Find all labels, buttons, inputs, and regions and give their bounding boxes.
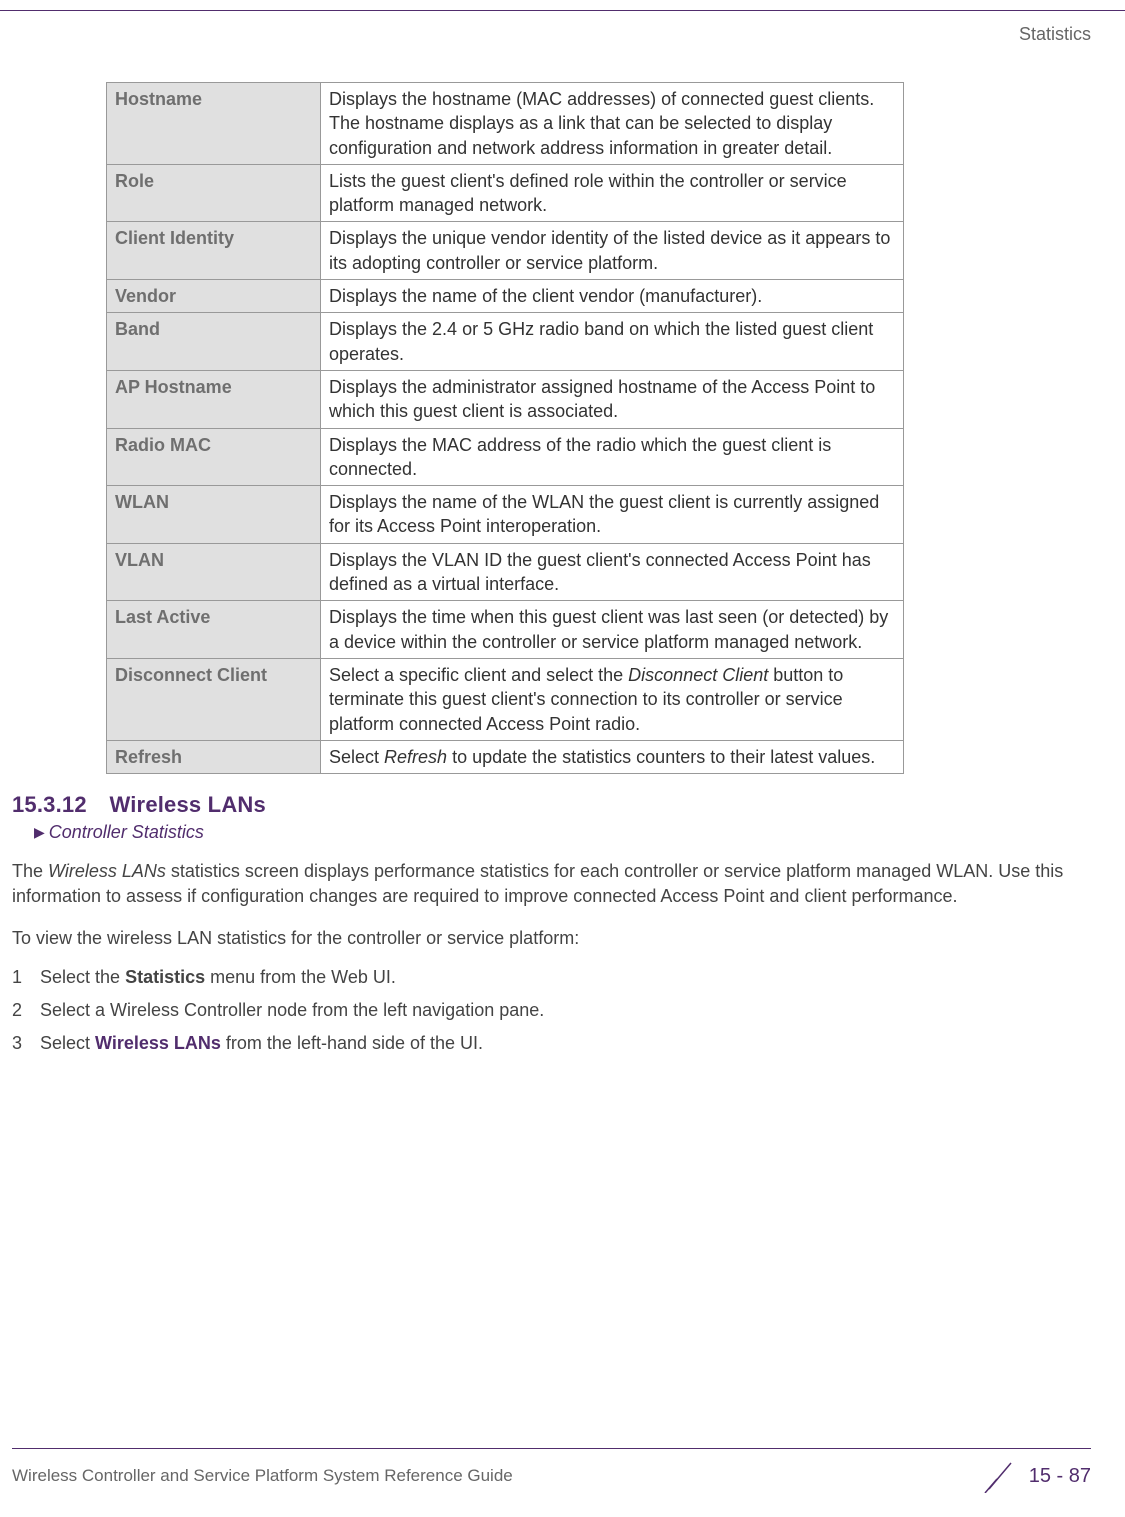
footer-title: Wireless Controller and Service Platform… [12, 1466, 513, 1486]
definition: Displays the time when this guest client… [321, 601, 904, 659]
page-content: Hostname Displays the hostname (MAC addr… [12, 82, 1113, 1060]
definition: Displays the administrator assigned host… [321, 370, 904, 428]
definition: Displays the name of the client vendor (… [321, 280, 904, 313]
slash-icon [983, 1459, 1017, 1493]
page-number: 15 - 87 [983, 1459, 1091, 1493]
step-item: Select Wireless LANs from the left-hand … [12, 1027, 1113, 1060]
term: Client Identity [107, 222, 321, 280]
table-row: Vendor Displays the name of the client v… [107, 280, 904, 313]
section-number: 15.3.12 [12, 792, 87, 817]
definitions-table: Hostname Displays the hostname (MAC addr… [106, 82, 904, 774]
term: Vendor [107, 280, 321, 313]
section-title: Wireless LANs [109, 792, 265, 817]
term: Role [107, 164, 321, 222]
term: Disconnect Client [107, 658, 321, 740]
table-row: Refresh Select Refresh to update the sta… [107, 740, 904, 773]
definition: Lists the guest client's defined role wi… [321, 164, 904, 222]
intro-paragraph: The Wireless LANs statistics screen disp… [12, 859, 1113, 909]
table-row: WLAN Displays the name of the WLAN the g… [107, 486, 904, 544]
term: VLAN [107, 543, 321, 601]
table-row: Disconnect Client Select a specific clie… [107, 658, 904, 740]
table-row: Band Displays the 2.4 or 5 GHz radio ban… [107, 313, 904, 371]
term: WLAN [107, 486, 321, 544]
term: AP Hostname [107, 370, 321, 428]
term: Radio MAC [107, 428, 321, 486]
running-head: Statistics [1019, 24, 1091, 45]
table-row: Radio MAC Displays the MAC address of th… [107, 428, 904, 486]
steps-list: Select the Statistics menu from the Web … [12, 961, 1113, 1061]
term: Band [107, 313, 321, 371]
lead-in-paragraph: To view the wireless LAN statistics for … [12, 926, 1113, 951]
footer-rule [12, 1448, 1091, 1449]
table-row: VLAN Displays the VLAN ID the guest clie… [107, 543, 904, 601]
term: Last Active [107, 601, 321, 659]
breadcrumb-arrow-icon: ▶ [34, 824, 45, 840]
definition: Displays the MAC address of the radio wh… [321, 428, 904, 486]
section-heading: 15.3.12 Wireless LANs [12, 792, 1113, 818]
table-row: Client Identity Displays the unique vend… [107, 222, 904, 280]
definition: Displays the VLAN ID the guest client's … [321, 543, 904, 601]
step-item: Select a Wireless Controller node from t… [12, 994, 1113, 1027]
definition: Displays the name of the WLAN the guest … [321, 486, 904, 544]
table-row: AP Hostname Displays the administrator a… [107, 370, 904, 428]
table-row: Role Lists the guest client's defined ro… [107, 164, 904, 222]
definition: Displays the 2.4 or 5 GHz radio band on … [321, 313, 904, 371]
table-row: Last Active Displays the time when this … [107, 601, 904, 659]
term: Hostname [107, 83, 321, 165]
term: Refresh [107, 740, 321, 773]
table-row: Hostname Displays the hostname (MAC addr… [107, 83, 904, 165]
definition: Displays the unique vendor identity of t… [321, 222, 904, 280]
step-item: Select the Statistics menu from the Web … [12, 961, 1113, 994]
definition: Select Refresh to update the statistics … [321, 740, 904, 773]
top-rule [0, 10, 1125, 11]
page-footer: Wireless Controller and Service Platform… [12, 1448, 1091, 1493]
breadcrumb: ▶Controller Statistics [34, 822, 1113, 843]
definition: Displays the hostname (MAC addresses) of… [321, 83, 904, 165]
definition: Select a specific client and select the … [321, 658, 904, 740]
